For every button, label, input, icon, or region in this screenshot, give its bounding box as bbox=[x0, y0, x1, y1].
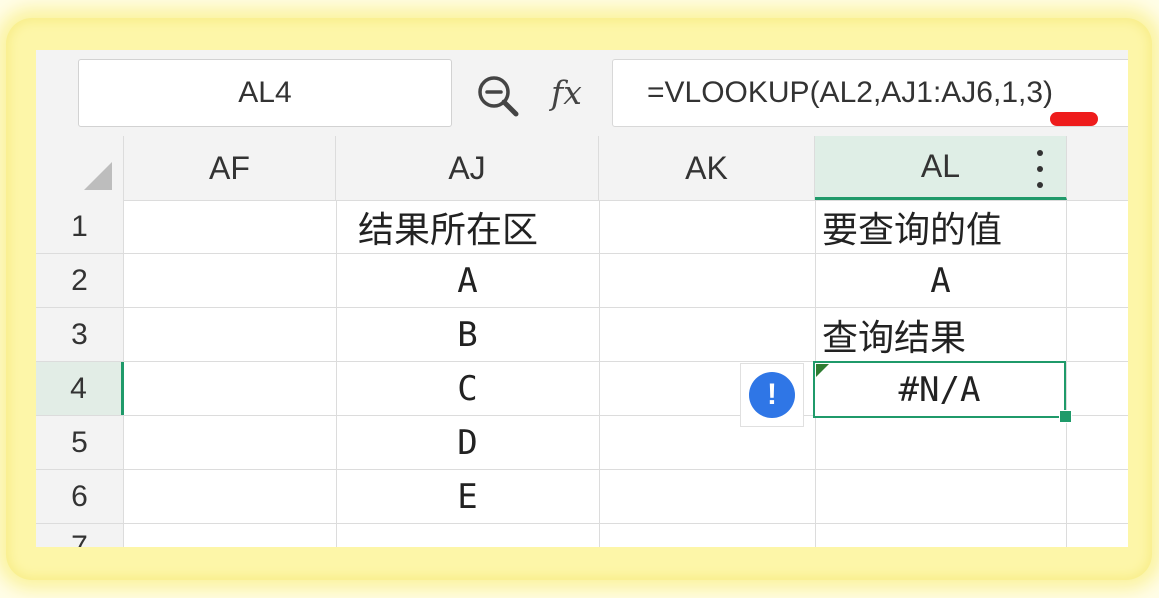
table-row: 5 D bbox=[36, 416, 1128, 470]
column-header-row: AF AJ AK AL bbox=[36, 136, 1128, 201]
cell-aj6[interactable]: E bbox=[336, 470, 599, 523]
table-row: 1 结果所在区 要查询的值 bbox=[36, 200, 1128, 254]
table-row: 7 bbox=[36, 524, 1128, 547]
cell-al1[interactable]: 要查询的值 bbox=[822, 200, 1002, 253]
row-header[interactable]: 5 bbox=[36, 416, 124, 469]
formula-bar: AL4 fx =VLOOKUP(AL2,AJ1:AJ6,1,3) bbox=[36, 50, 1128, 136]
fill-handle[interactable] bbox=[1059, 410, 1072, 423]
column-header-al-label: AL bbox=[920, 148, 961, 184]
column-header-aj[interactable]: AJ bbox=[336, 136, 599, 200]
column-header-af[interactable]: AF bbox=[124, 136, 336, 200]
row-header[interactable]: 6 bbox=[36, 470, 124, 523]
row-header[interactable]: 4 bbox=[36, 362, 124, 415]
cell-al2[interactable]: A bbox=[815, 254, 1066, 307]
name-box[interactable]: AL4 bbox=[78, 59, 452, 127]
row-header[interactable]: 1 bbox=[36, 200, 124, 253]
table-row: 2 A A bbox=[36, 254, 1128, 308]
cell-al4-value: #N/A bbox=[898, 369, 981, 410]
cell-aj2[interactable]: A bbox=[336, 254, 599, 307]
row-header[interactable]: 7 bbox=[36, 524, 124, 547]
table-row: 3 B 查询结果 bbox=[36, 308, 1128, 362]
row-header[interactable]: 3 bbox=[36, 308, 124, 361]
spreadsheet-window: AL4 fx =VLOOKUP(AL2,AJ1:AJ6,1,3) AF AJ A… bbox=[36, 50, 1128, 547]
error-check-button[interactable]: ! bbox=[740, 363, 804, 427]
column-menu-icon[interactable] bbox=[1036, 150, 1044, 188]
row-header[interactable]: 2 bbox=[36, 254, 124, 307]
cell-aj3[interactable]: B bbox=[336, 308, 599, 361]
column-header-ak[interactable]: AK bbox=[599, 136, 815, 200]
select-all-icon bbox=[84, 162, 112, 190]
cell-aj4[interactable]: C bbox=[336, 362, 599, 415]
table-row: 6 E bbox=[36, 470, 1128, 524]
cell-aj1[interactable]: 结果所在区 bbox=[358, 200, 538, 253]
error-icon: ! bbox=[749, 372, 795, 418]
red-underline-mark bbox=[1050, 112, 1098, 126]
cell-al3[interactable]: 查询结果 bbox=[822, 308, 966, 361]
cell-aj5[interactable]: D bbox=[336, 416, 599, 469]
column-header-al[interactable]: AL bbox=[815, 136, 1067, 200]
select-all-button[interactable] bbox=[36, 136, 124, 200]
fx-icon[interactable]: fx bbox=[551, 68, 591, 118]
zoom-out-icon[interactable] bbox=[474, 72, 522, 120]
cell-al4-selected[interactable]: #N/A bbox=[813, 361, 1066, 418]
error-triangle-icon bbox=[816, 364, 829, 377]
